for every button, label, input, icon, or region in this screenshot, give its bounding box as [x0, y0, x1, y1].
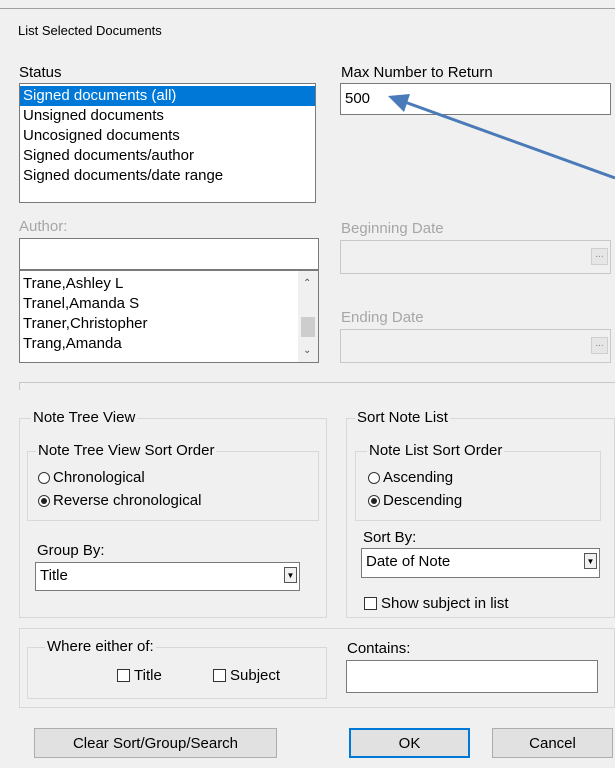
title-checkbox[interactable]: Title	[117, 667, 162, 684]
radio-descending-circle[interactable]	[368, 494, 380, 507]
show-subject-label: Show subject in list	[381, 595, 509, 612]
scroll-up-icon[interactable]: ⌃	[303, 278, 311, 289]
sort-by-dropdown-icon[interactable]: ▼	[584, 553, 597, 569]
author-scrollbar[interactable]: ⌃ ⌄	[298, 271, 318, 362]
max-number-value: 500	[345, 90, 371, 107]
note-tree-sort-order-legend: Note Tree View Sort Order	[36, 442, 217, 459]
section-separator	[19, 382, 615, 383]
beginning-date-picker-button[interactable]: ...	[591, 248, 608, 265]
radio-ascending-circle[interactable]	[368, 471, 380, 484]
dialog-title: List Selected Documents	[18, 23, 162, 38]
author-item[interactable]: Trane,Ashley L	[20, 274, 296, 294]
contains-label: Contains:	[347, 640, 411, 657]
status-item-unsigned[interactable]: Unsigned documents	[20, 106, 315, 126]
separator-tick	[19, 382, 20, 390]
contains-input[interactable]	[346, 660, 598, 693]
sort-by-value: Date of Note	[366, 553, 451, 570]
scrollbar-thumb[interactable]	[301, 317, 315, 337]
author-search-input[interactable]	[19, 238, 319, 270]
group-by-dropdown-icon[interactable]: ▼	[284, 567, 297, 583]
radio-descending-label: Descending	[383, 492, 463, 509]
status-item-signed-date-range[interactable]: Signed documents/date range	[20, 166, 315, 186]
title-checkbox-label: Title	[134, 667, 162, 684]
sort-by-combobox[interactable]: Date of Note ▼	[361, 548, 600, 578]
radio-reverse-chronological-label: Reverse chronological	[53, 492, 202, 509]
subject-checkbox-box[interactable]	[213, 669, 226, 682]
where-either-legend: Where either of:	[45, 638, 156, 655]
author-item[interactable]: Tranel,Amanda S	[20, 294, 296, 314]
subject-checkbox[interactable]: Subject	[213, 667, 280, 684]
status-label: Status	[19, 64, 62, 81]
sort-by-label: Sort By:	[363, 529, 417, 546]
subject-checkbox-label: Subject	[230, 667, 281, 684]
note-list-sort-order-group	[355, 451, 601, 521]
cancel-button[interactable]: Cancel	[492, 728, 613, 758]
group-by-value: Title	[40, 567, 68, 584]
scroll-down-icon[interactable]: ⌄	[303, 345, 311, 356]
author-item[interactable]: Trang,Amanda	[20, 334, 296, 354]
annotation-arrow	[388, 94, 615, 180]
radio-reverse-chronological[interactable]: Reverse chronological	[38, 492, 201, 509]
radio-ascending-label: Ascending	[383, 469, 454, 486]
clear-sort-group-search-button[interactable]: Clear Sort/Group/Search	[34, 728, 277, 758]
note-list-sort-order-legend: Note List Sort Order	[367, 442, 505, 459]
group-by-combobox[interactable]: Title ▼	[35, 562, 300, 591]
ending-date-input[interactable]: ...	[340, 329, 611, 363]
status-item-uncosigned[interactable]: Uncosigned documents	[20, 126, 315, 146]
top-border-line	[0, 8, 615, 9]
status-item-signed-all[interactable]: Signed documents (all)	[20, 86, 315, 106]
note-tree-view-legend: Note Tree View	[31, 409, 138, 426]
radio-chronological-circle[interactable]	[38, 471, 50, 484]
max-number-label: Max Number to Return	[341, 64, 493, 81]
group-by-label: Group By:	[37, 542, 105, 559]
show-subject-checkbox[interactable]: Show subject in list	[364, 595, 509, 612]
ending-date-label: Ending Date	[341, 309, 424, 326]
author-label: Author:	[19, 218, 68, 235]
author-item[interactable]: Traner,Christopher	[20, 314, 296, 334]
beginning-date-input[interactable]: ...	[340, 240, 611, 274]
status-item-signed-author[interactable]: Signed documents/author	[20, 146, 315, 166]
radio-descending[interactable]: Descending	[368, 492, 462, 509]
title-checkbox-box[interactable]	[117, 669, 130, 682]
ok-button[interactable]: OK	[349, 728, 470, 758]
sort-note-list-legend: Sort Note List	[355, 409, 450, 426]
ending-date-picker-button[interactable]: ...	[591, 337, 608, 354]
radio-chronological-label: Chronological	[53, 469, 145, 486]
status-listbox[interactable]: Signed documents (all) Unsigned document…	[19, 83, 316, 203]
radio-ascending[interactable]: Ascending	[368, 469, 453, 486]
beginning-date-label: Beginning Date	[341, 220, 444, 237]
radio-reverse-chronological-circle[interactable]	[38, 494, 50, 507]
note-tree-sort-order-group	[27, 451, 319, 521]
author-listbox[interactable]: Trane,Ashley L Tranel,Amanda S Traner,Ch…	[19, 270, 319, 363]
radio-chronological[interactable]: Chronological	[38, 469, 145, 486]
show-subject-checkbox-box[interactable]	[364, 597, 377, 610]
